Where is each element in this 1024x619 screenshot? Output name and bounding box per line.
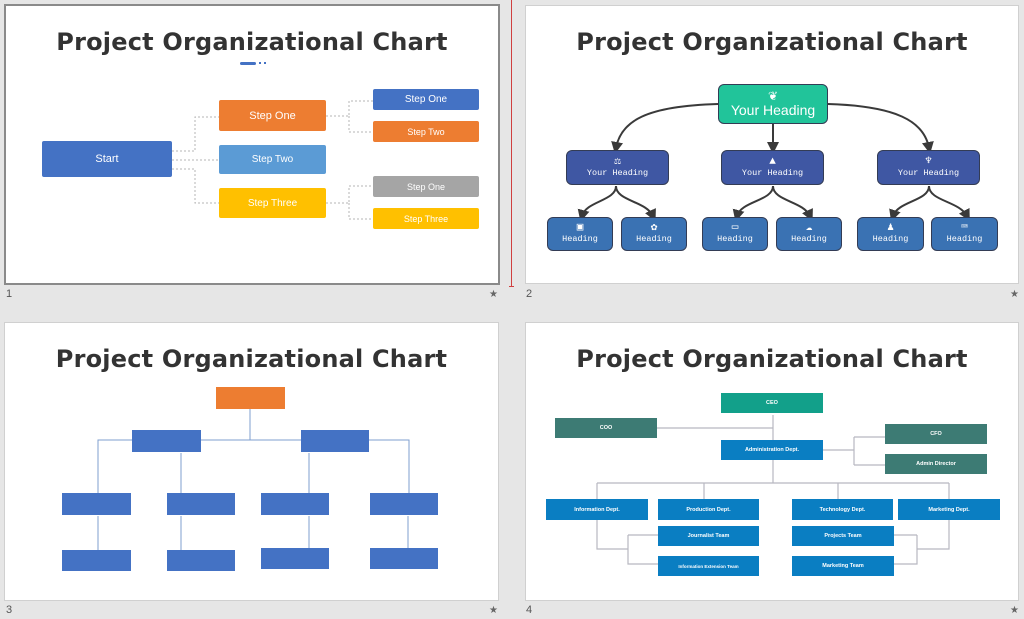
information-extension-team-node: Information Extension Team — [658, 556, 759, 576]
keyboard-icon: ⌨ — [961, 222, 968, 235]
node-label: Heading — [717, 234, 753, 245]
level1-node — [301, 430, 369, 452]
level1-node — [132, 430, 201, 452]
ceo-node: CEO — [721, 393, 823, 413]
node-label: Your Heading — [586, 167, 649, 178]
node-label: CFO — [930, 431, 942, 437]
admin-director-node: Admin Director — [885, 454, 987, 474]
node-label: Start — [95, 153, 119, 165]
star-icon[interactable]: ★ — [489, 605, 498, 616]
node-label: Step One — [249, 109, 296, 122]
node-label: Admin Director — [916, 461, 956, 467]
marketing-dept-node: Marketing Dept. — [898, 499, 1000, 520]
slide-thumbnail-4[interactable]: Project Organizational Chart CEO COO Adm… — [525, 322, 1019, 601]
node-label: Step Three — [403, 213, 449, 224]
sub-step-one-node: Step One — [373, 89, 479, 110]
image-icon: ▣ — [576, 222, 584, 235]
technology-dept-node: Technology Dept. — [792, 499, 893, 520]
brain-icon: ☁ — [805, 222, 813, 235]
node-label: Projects Team — [824, 533, 862, 539]
node-label: Information Dept. — [574, 506, 620, 513]
root-heading-node: ❦ Your Heading — [718, 84, 828, 124]
node-label: Journalist Team — [687, 533, 730, 539]
leaf-heading-node-6: ⌨ Heading — [931, 217, 998, 251]
production-dept-node: Production Dept. — [658, 499, 759, 520]
sub-step-one-gray-node: Step One — [373, 176, 479, 197]
slide-thumbnail-3[interactable]: Project Organizational Chart — [4, 322, 499, 601]
node-label: CEO — [766, 400, 778, 406]
administration-dept-node: Administration Dept. — [721, 440, 823, 460]
node-label: Step Two — [251, 154, 294, 165]
node-label: Marketing Team — [822, 563, 864, 569]
leaf-heading-node-2: ✿ Heading — [621, 217, 687, 251]
node-label: Your Heading — [741, 167, 804, 178]
leaf-heading-node-1: ▣ Heading — [547, 217, 613, 251]
node-label: Step Three — [247, 197, 298, 209]
leaf-heading-node-4: ☁ Heading — [776, 217, 842, 251]
node-label: Heading — [636, 234, 672, 245]
node-label: Heading — [562, 234, 598, 245]
slide-number: 2 — [526, 288, 533, 300]
sub-step-two-node: Step Two — [373, 121, 479, 142]
level2-node — [167, 493, 235, 515]
level3-node — [261, 548, 329, 569]
scales-icon: ⚖ — [614, 155, 621, 168]
coo-node: COO — [555, 418, 657, 438]
level3-node — [370, 548, 438, 569]
node-label: Heading — [791, 234, 827, 245]
slide-thumbnail-2[interactable]: Project Organizational Chart ❦ Your Head… — [525, 5, 1019, 284]
journalist-team-node: Journalist Team — [658, 526, 759, 546]
node-label: Step One — [406, 181, 446, 192]
star-icon[interactable]: ★ — [1010, 289, 1019, 300]
start-node: Start — [42, 141, 172, 177]
slide-number: 1 — [6, 288, 13, 300]
node-label: Heading — [946, 234, 983, 245]
level3-node — [167, 550, 235, 571]
leaf-heading-node-3: ▭ Heading — [702, 217, 768, 251]
hand-plant-icon: ❦ — [767, 88, 779, 103]
node-label: Step One — [404, 94, 448, 105]
antenna-tower-icon: ♆ — [925, 155, 932, 168]
information-dept-node: Information Dept. — [546, 499, 648, 520]
star-icon[interactable]: ★ — [489, 289, 498, 300]
node-label: Production Dept. — [686, 506, 731, 513]
step-one-node: Step One — [219, 100, 326, 131]
step-two-node: Step Two — [219, 145, 326, 174]
slide-number: 3 — [6, 604, 13, 616]
node-label: Marketing Dept. — [928, 506, 970, 513]
person-icon: ♟ — [887, 222, 894, 235]
monitor-icon: ▭ — [731, 222, 739, 235]
slide-thumbnail-1[interactable]: Project Organizational Chart Start Step … — [4, 4, 500, 285]
mid-heading-node-1: ⚖ Your Heading — [566, 150, 669, 185]
leaf-heading-node-5: ♟ Heading — [857, 217, 924, 251]
level2-node — [370, 493, 438, 515]
node-label: Technology Dept. — [819, 506, 866, 513]
people-icon: ✿ — [650, 222, 658, 235]
mountain-icon: ▲ — [769, 155, 776, 168]
projects-team-node: Projects Team — [792, 526, 894, 546]
level2-node — [62, 493, 131, 515]
node-label: Your Heading — [730, 101, 816, 118]
mid-heading-node-3: ♆ Your Heading — [877, 150, 980, 185]
sub-step-three-node: Step Three — [373, 208, 479, 229]
root-node — [216, 387, 285, 409]
step-three-node: Step Three — [219, 188, 326, 218]
node-label: COO — [599, 425, 613, 431]
level3-node — [62, 550, 131, 571]
star-icon[interactable]: ★ — [1010, 605, 1019, 616]
node-label: Information Extension Team — [678, 563, 739, 569]
cfo-node: CFO — [885, 424, 987, 444]
node-label: Step Two — [407, 126, 445, 137]
mid-heading-node-2: ▲ Your Heading — [721, 150, 824, 185]
marketing-team-node: Marketing Team — [792, 556, 894, 576]
insertion-marker — [509, 0, 514, 287]
node-label: Heading — [872, 234, 909, 245]
slide-number: 4 — [526, 604, 533, 616]
node-label: Your Heading — [897, 167, 960, 178]
level2-node — [261, 493, 329, 515]
node-label: Administration Dept. — [744, 447, 800, 453]
